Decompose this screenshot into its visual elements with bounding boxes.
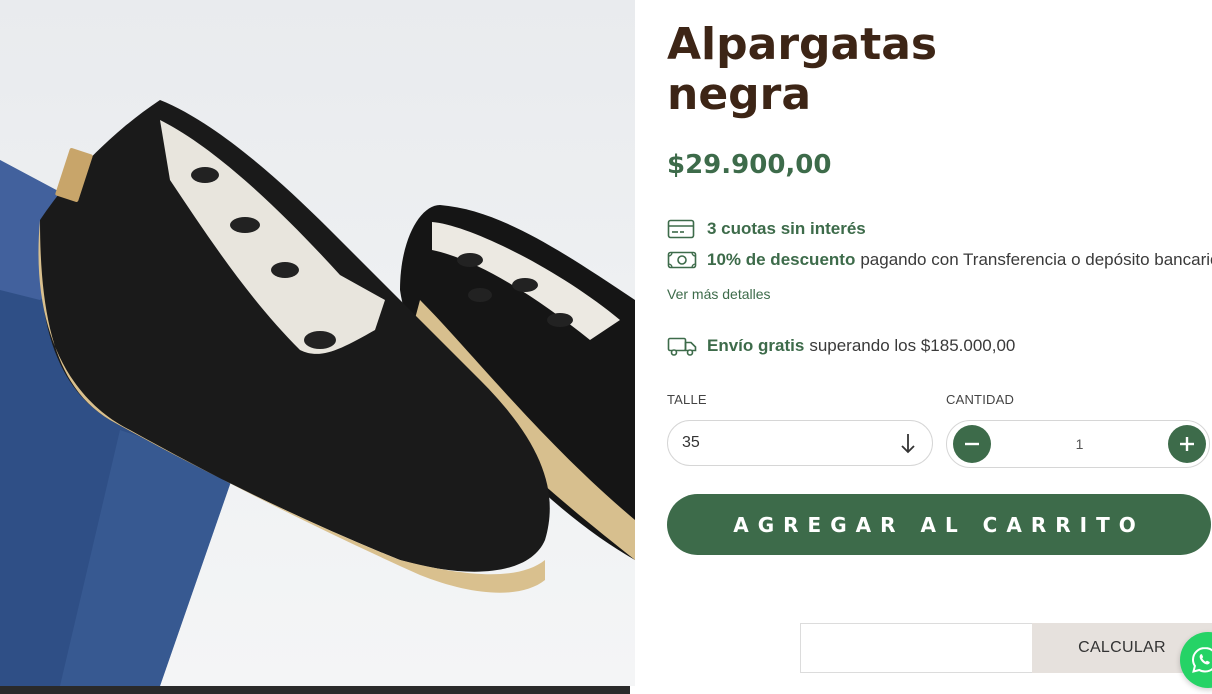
whatsapp-icon [1191,646,1212,673]
shipping-row: Envío gratis superando los $185.000,00 [667,335,1015,357]
product-title: Alpargatas negra [667,19,938,120]
installments-row: 3 cuotas sin interés [667,218,866,240]
installments-text: 3 cuotas sin interés [707,219,866,238]
quantity-stepper: 1 [946,420,1210,468]
size-select-value: 35 [682,434,700,451]
size-select[interactable]: 35 [667,420,933,466]
decrease-quantity-button[interactable] [953,425,991,463]
product-price: $29.900,00 [667,150,832,180]
postal-code-input[interactable] [800,623,1032,673]
free-shipping-detail: superando los $185.000,00 [809,336,1016,355]
plus-icon [1179,437,1194,451]
discount-highlight: 10% de descuento [707,250,856,269]
quantity-label: CANTIDAD [946,392,1015,407]
espadrilles-illustration [0,100,635,686]
arrow-down-icon [898,431,918,455]
banknote-icon [667,249,697,271]
more-details-link[interactable]: Ver más detalles [667,286,771,302]
product-info-panel: Alpargatas negra $29.900,00 3 cuotas sin… [667,0,1212,694]
add-to-cart-button[interactable]: AGREGAR AL CARRITO [667,494,1211,555]
increase-quantity-button[interactable] [1167,425,1206,463]
truck-icon [667,335,697,357]
discount-row: 10% de descuento pagando con Transferenc… [667,249,1212,271]
minus-icon [965,442,979,446]
photo-bottom-edge [0,686,630,694]
credit-card-icon [667,218,697,240]
quantity-value[interactable]: 1 [1076,436,1084,452]
free-shipping-highlight: Envío gratis [707,336,805,355]
product-image[interactable] [0,0,635,686]
discount-detail: pagando con Transferencia o depósito ban… [860,250,1212,269]
size-label: TALLE [667,392,707,407]
